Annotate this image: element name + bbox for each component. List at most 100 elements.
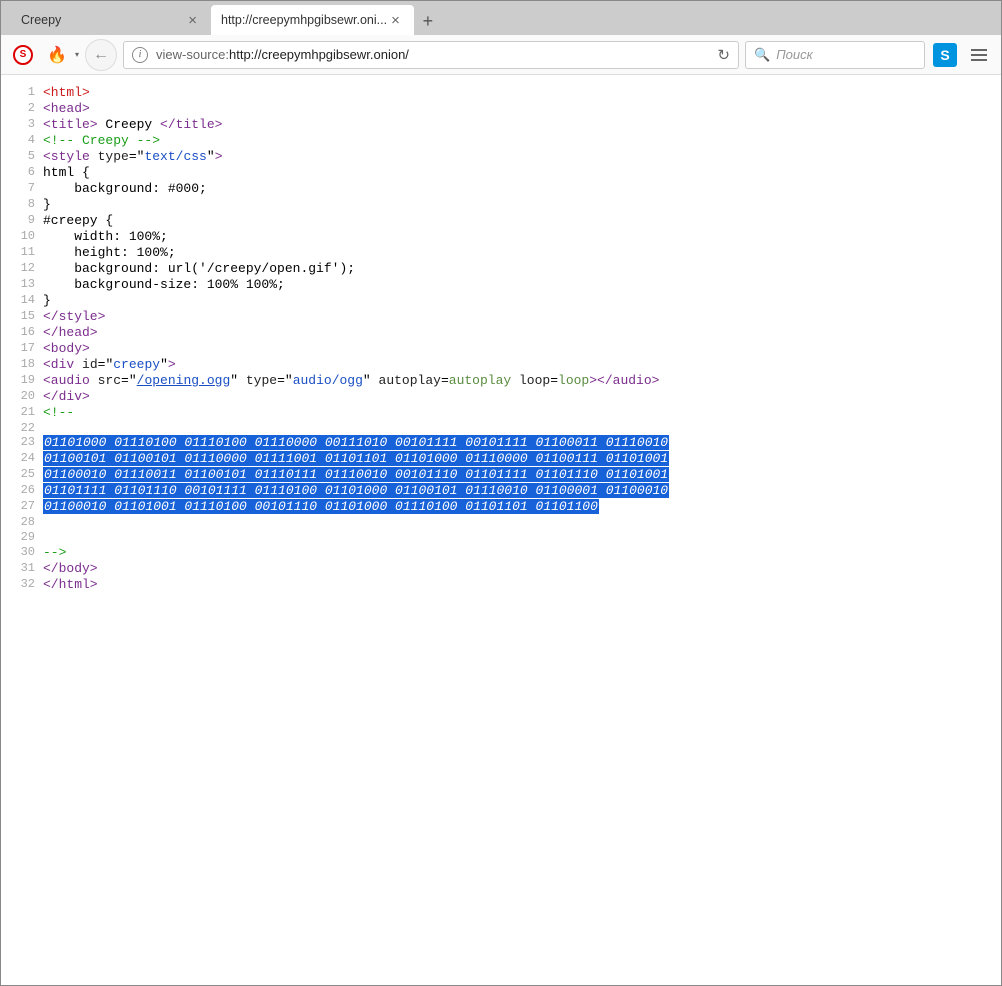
tab-label: Creepy — [21, 13, 184, 27]
line-code — [43, 515, 1001, 530]
line-code: <audio src="/opening.ogg" type="audio/og… — [43, 373, 1001, 389]
source-line[interactable]: 2301101000 01110100 01110100 01110000 00… — [1, 435, 1001, 451]
source-line[interactable]: 19<audio src="/opening.ogg" type="audio/… — [1, 373, 1001, 389]
source-line[interactable]: 5<style type="text/css"> — [1, 149, 1001, 165]
line-number: 18 — [1, 357, 43, 373]
source-line[interactable]: 18<div id="creepy"> — [1, 357, 1001, 373]
tab-creepy[interactable]: Creepy × — [11, 5, 211, 35]
line-code — [43, 530, 1001, 545]
search-icon: 🔍 — [754, 47, 770, 63]
search-input[interactable]: 🔍 Поиск — [745, 41, 925, 69]
back-button[interactable]: ← — [85, 39, 117, 71]
line-number: 29 — [1, 530, 43, 545]
line-number: 4 — [1, 133, 43, 149]
hamburger-menu[interactable] — [965, 41, 993, 69]
line-number: 32 — [1, 577, 43, 593]
source-view[interactable]: 1<html>2<head>3<title> Creepy </title>4<… — [1, 75, 1001, 593]
line-code: 01101000 01110100 01110100 01110000 0011… — [43, 435, 1001, 451]
line-number: 27 — [1, 499, 43, 515]
search-placeholder: Поиск — [776, 47, 813, 62]
chevron-down-icon[interactable]: ▾ — [75, 50, 79, 59]
line-code: </body> — [43, 561, 1001, 577]
line-number: 1 — [1, 85, 43, 101]
line-number: 14 — [1, 293, 43, 309]
line-number: 13 — [1, 277, 43, 293]
source-line[interactable]: 9#creepy { — [1, 213, 1001, 229]
close-icon[interactable]: × — [387, 12, 404, 29]
reload-icon[interactable]: ↻ — [717, 46, 730, 64]
source-line[interactable]: 17<body> — [1, 341, 1001, 357]
source-line[interactable]: 11 height: 100%; — [1, 245, 1001, 261]
line-number: 9 — [1, 213, 43, 229]
source-line[interactable]: 20</div> — [1, 389, 1001, 405]
line-code: html { — [43, 165, 1001, 181]
source-line[interactable]: 2501100010 01110011 01100101 01110111 01… — [1, 467, 1001, 483]
line-code: height: 100%; — [43, 245, 1001, 261]
line-code: <title> Creepy </title> — [43, 117, 1001, 133]
line-code: <html> — [43, 85, 1001, 101]
noscript-icon[interactable]: S — [9, 41, 37, 69]
skype-icon[interactable]: S — [931, 41, 959, 69]
source-line[interactable]: 29 — [1, 530, 1001, 545]
tab-label: http://creepymhpgibsewr.oni... — [221, 13, 387, 27]
source-line[interactable]: 22 — [1, 421, 1001, 436]
line-code: <!-- — [43, 405, 1001, 421]
source-line[interactable]: 16</head> — [1, 325, 1001, 341]
source-line[interactable]: 7 background: #000; — [1, 181, 1001, 197]
source-line[interactable]: 32</html> — [1, 577, 1001, 593]
line-number: 12 — [1, 261, 43, 277]
source-line[interactable]: 14} — [1, 293, 1001, 309]
source-line[interactable]: 2701100010 01101001 01110100 00101110 01… — [1, 499, 1001, 515]
source-line[interactable]: 10 width: 100%; — [1, 229, 1001, 245]
source-line[interactable]: 8} — [1, 197, 1001, 213]
line-number: 8 — [1, 197, 43, 213]
line-code: <div id="creepy"> — [43, 357, 1001, 373]
line-code: 01100101 01100101 01110000 01111001 0110… — [43, 451, 1001, 467]
line-code: } — [43, 293, 1001, 309]
line-code: <body> — [43, 341, 1001, 357]
source-line[interactable]: 21<!-- — [1, 405, 1001, 421]
line-number: 24 — [1, 451, 43, 467]
source-line[interactable]: 1<html> — [1, 85, 1001, 101]
cookies-icon[interactable]: 🔥 — [43, 41, 71, 69]
line-number: 7 — [1, 181, 43, 197]
line-code: 01100010 01110011 01100101 01110111 0111… — [43, 467, 1001, 483]
line-number: 3 — [1, 117, 43, 133]
line-number: 31 — [1, 561, 43, 577]
source-line[interactable]: 15</style> — [1, 309, 1001, 325]
line-code: background: url('/creepy/open.gif'); — [43, 261, 1001, 277]
line-code: </div> — [43, 389, 1001, 405]
line-code: <head> — [43, 101, 1001, 117]
line-code: </html> — [43, 577, 1001, 593]
source-line[interactable]: 3<title> Creepy </title> — [1, 117, 1001, 133]
line-code: <!-- Creepy --> — [43, 133, 1001, 149]
source-line[interactable]: 4<!-- Creepy --> — [1, 133, 1001, 149]
info-icon[interactable]: i — [132, 47, 148, 63]
close-icon[interactable]: × — [184, 12, 201, 29]
line-number: 10 — [1, 229, 43, 245]
new-tab-button[interactable]: + — [414, 7, 442, 35]
source-line[interactable]: 2601101111 01101110 00101111 01110100 01… — [1, 483, 1001, 499]
tab-bar: Creepy × http://creepymhpgibsewr.oni... … — [1, 1, 1001, 35]
line-code: </head> — [43, 325, 1001, 341]
source-line[interactable]: 12 background: url('/creepy/open.gif'); — [1, 261, 1001, 277]
line-code: background-size: 100% 100%; — [43, 277, 1001, 293]
line-code: <style type="text/css"> — [43, 149, 1001, 165]
line-number: 22 — [1, 421, 43, 436]
source-line[interactable]: 28 — [1, 515, 1001, 530]
line-number: 21 — [1, 405, 43, 421]
line-number: 6 — [1, 165, 43, 181]
line-number: 2 — [1, 101, 43, 117]
line-number: 23 — [1, 435, 43, 451]
toolbar: S 🔥 ▾ ← i view-source:http://creepymhpgi… — [1, 35, 1001, 75]
tab-source[interactable]: http://creepymhpgibsewr.oni... × — [211, 5, 414, 35]
source-line[interactable]: 30--> — [1, 545, 1001, 561]
line-number: 16 — [1, 325, 43, 341]
source-line[interactable]: 2401100101 01100101 01110000 01111001 01… — [1, 451, 1001, 467]
line-code — [43, 421, 1001, 436]
source-line[interactable]: 2<head> — [1, 101, 1001, 117]
url-bar[interactable]: i view-source:http://creepymhpgibsewr.on… — [123, 41, 739, 69]
source-line[interactable]: 31</body> — [1, 561, 1001, 577]
source-line[interactable]: 13 background-size: 100% 100%; — [1, 277, 1001, 293]
source-line[interactable]: 6html { — [1, 165, 1001, 181]
